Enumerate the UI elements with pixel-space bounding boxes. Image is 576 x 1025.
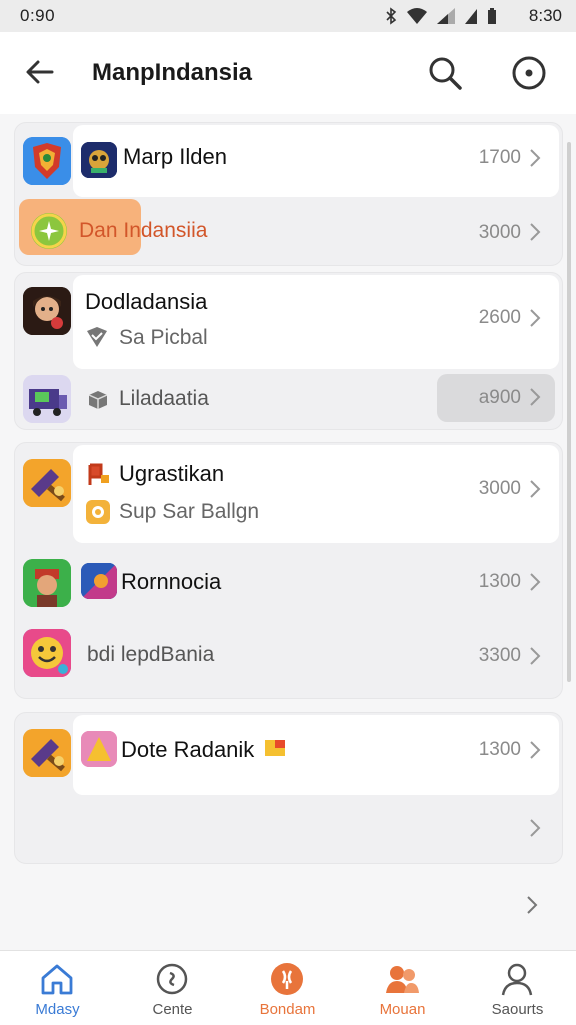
signal-icon-2 [465, 9, 477, 24]
check-shield-icon [87, 327, 107, 347]
item-sublabel: Sa Picbal [119, 326, 208, 349]
item-value: a900 [478, 387, 521, 408]
nav-label: Mouan [379, 1001, 426, 1018]
chevron-right-icon [530, 480, 541, 498]
person-icon [501, 963, 533, 996]
search-icon[interactable] [426, 54, 464, 92]
item-value: 2600 [478, 307, 521, 328]
signal-icon [437, 8, 455, 24]
item-value: 1300 [478, 739, 521, 760]
item-label: Dan Indansiia [79, 219, 208, 242]
item-label: Dodladansia [85, 289, 208, 314]
item-value: 3000 [478, 222, 521, 243]
warrior-game-icon [23, 559, 71, 607]
content-area: Marp Ilden 1700 Dan Indansiia 3000 Dodla… [0, 114, 576, 950]
chevron-right-icon [530, 309, 541, 327]
smiley-game-icon [23, 629, 71, 677]
list-item[interactable]: Liladaatia a900 [15, 369, 562, 429]
list-item[interactable] [0, 872, 547, 938]
chevron-right-icon [530, 223, 541, 241]
item-sublabel: Sup Sar Ballgn [119, 500, 260, 523]
nav-center[interactable]: Cente [115, 951, 230, 1025]
list-item[interactable]: Rornnocia 1300 [15, 543, 562, 619]
chevron-right-icon [530, 573, 541, 591]
nav-label: Saourts [491, 1001, 544, 1018]
list-item[interactable]: Dan Indansiia 3000 [15, 199, 562, 265]
status-time-left: 0:90 [20, 6, 56, 25]
item-label: Marp Ilden [123, 144, 227, 169]
item-label: Ugrastikan [119, 461, 225, 486]
shield-game-icon [23, 137, 71, 185]
list-item[interactable]: bdi lepdBania 3300 [15, 619, 562, 698]
coin-icon [86, 500, 110, 524]
truck-icon [23, 375, 71, 423]
list-item[interactable]: Ugrastikan Sup Sar Ballgn 3000 [15, 443, 562, 543]
chevron-right-icon [530, 388, 541, 406]
people-icon [386, 966, 419, 993]
triangle-game-icon [81, 731, 117, 767]
item-value: 1700 [478, 147, 521, 168]
item-value: 3000 [478, 478, 521, 499]
item-value: 1300 [478, 571, 521, 592]
list-item[interactable]: Dote Radanik 1300 [15, 713, 562, 793]
item-label: Liladaatia [119, 387, 209, 410]
back-arrow-icon[interactable] [22, 54, 58, 90]
chevron-right-icon [530, 819, 541, 837]
nav-saourts[interactable]: Saourts [460, 951, 575, 1025]
box-icon [88, 391, 108, 409]
list-item[interactable]: Dodladansia Sa Picbal 2600 [15, 273, 562, 369]
battery-icon [488, 8, 496, 24]
item-label: Rornnocia [121, 569, 222, 594]
status-icons [384, 7, 498, 25]
chevron-right-icon [527, 896, 538, 914]
nav-label: Mdasy [35, 1001, 80, 1018]
nav-label: Bondam [259, 1001, 316, 1018]
clover-icon [31, 213, 67, 249]
compass-icon [156, 963, 188, 995]
scrollbar[interactable] [567, 142, 571, 682]
robot-game-icon [81, 142, 117, 178]
home-icon [41, 964, 73, 995]
status-bar: 0:90 8:30 [0, 0, 576, 32]
list-item[interactable]: Marp Ilden 1700 [15, 123, 562, 199]
bottom-nav: Mdasy Cente Bondam Mouan Saourts [0, 950, 576, 1025]
nav-mouan[interactable]: Mouan [345, 951, 460, 1025]
character-game-icon [23, 287, 71, 335]
app-bar: ManpIndansia [0, 32, 576, 115]
nav-bondam[interactable]: Bondam [230, 951, 345, 1025]
item-label: Dote Radanik [121, 737, 255, 762]
wifi-icon [407, 8, 427, 24]
chevron-right-icon [530, 149, 541, 167]
chevron-right-icon [530, 647, 541, 665]
list-card: Dodladansia Sa Picbal 2600 Liladaatia a9… [14, 272, 563, 430]
hammer-game-icon [23, 729, 71, 777]
status-time-right: 8:30 [528, 6, 562, 25]
nav-home[interactable]: Mdasy [0, 951, 115, 1025]
bluetooth-icon [386, 7, 397, 25]
chevron-right-icon [530, 741, 541, 759]
badge-icon [265, 740, 285, 756]
flag-icon [87, 463, 111, 487]
list-card: Marp Ilden 1700 Dan Indansiia 3000 [14, 122, 563, 266]
list-card: Ugrastikan Sup Sar Ballgn 3000 Rornnocia… [14, 442, 563, 699]
heart-badge-icon [271, 963, 303, 995]
nav-label: Cente [152, 1001, 193, 1018]
page-title: ManpIndansia [92, 59, 253, 86]
hero-game-icon [81, 563, 117, 599]
item-label: bdi lepdBania [87, 643, 215, 666]
list-card: Dote Radanik 1300 [14, 712, 563, 864]
list-item[interactable] [15, 793, 562, 863]
hammer-game-icon [23, 459, 71, 507]
target-menu-icon[interactable] [510, 54, 548, 92]
item-value: 3300 [478, 645, 521, 666]
